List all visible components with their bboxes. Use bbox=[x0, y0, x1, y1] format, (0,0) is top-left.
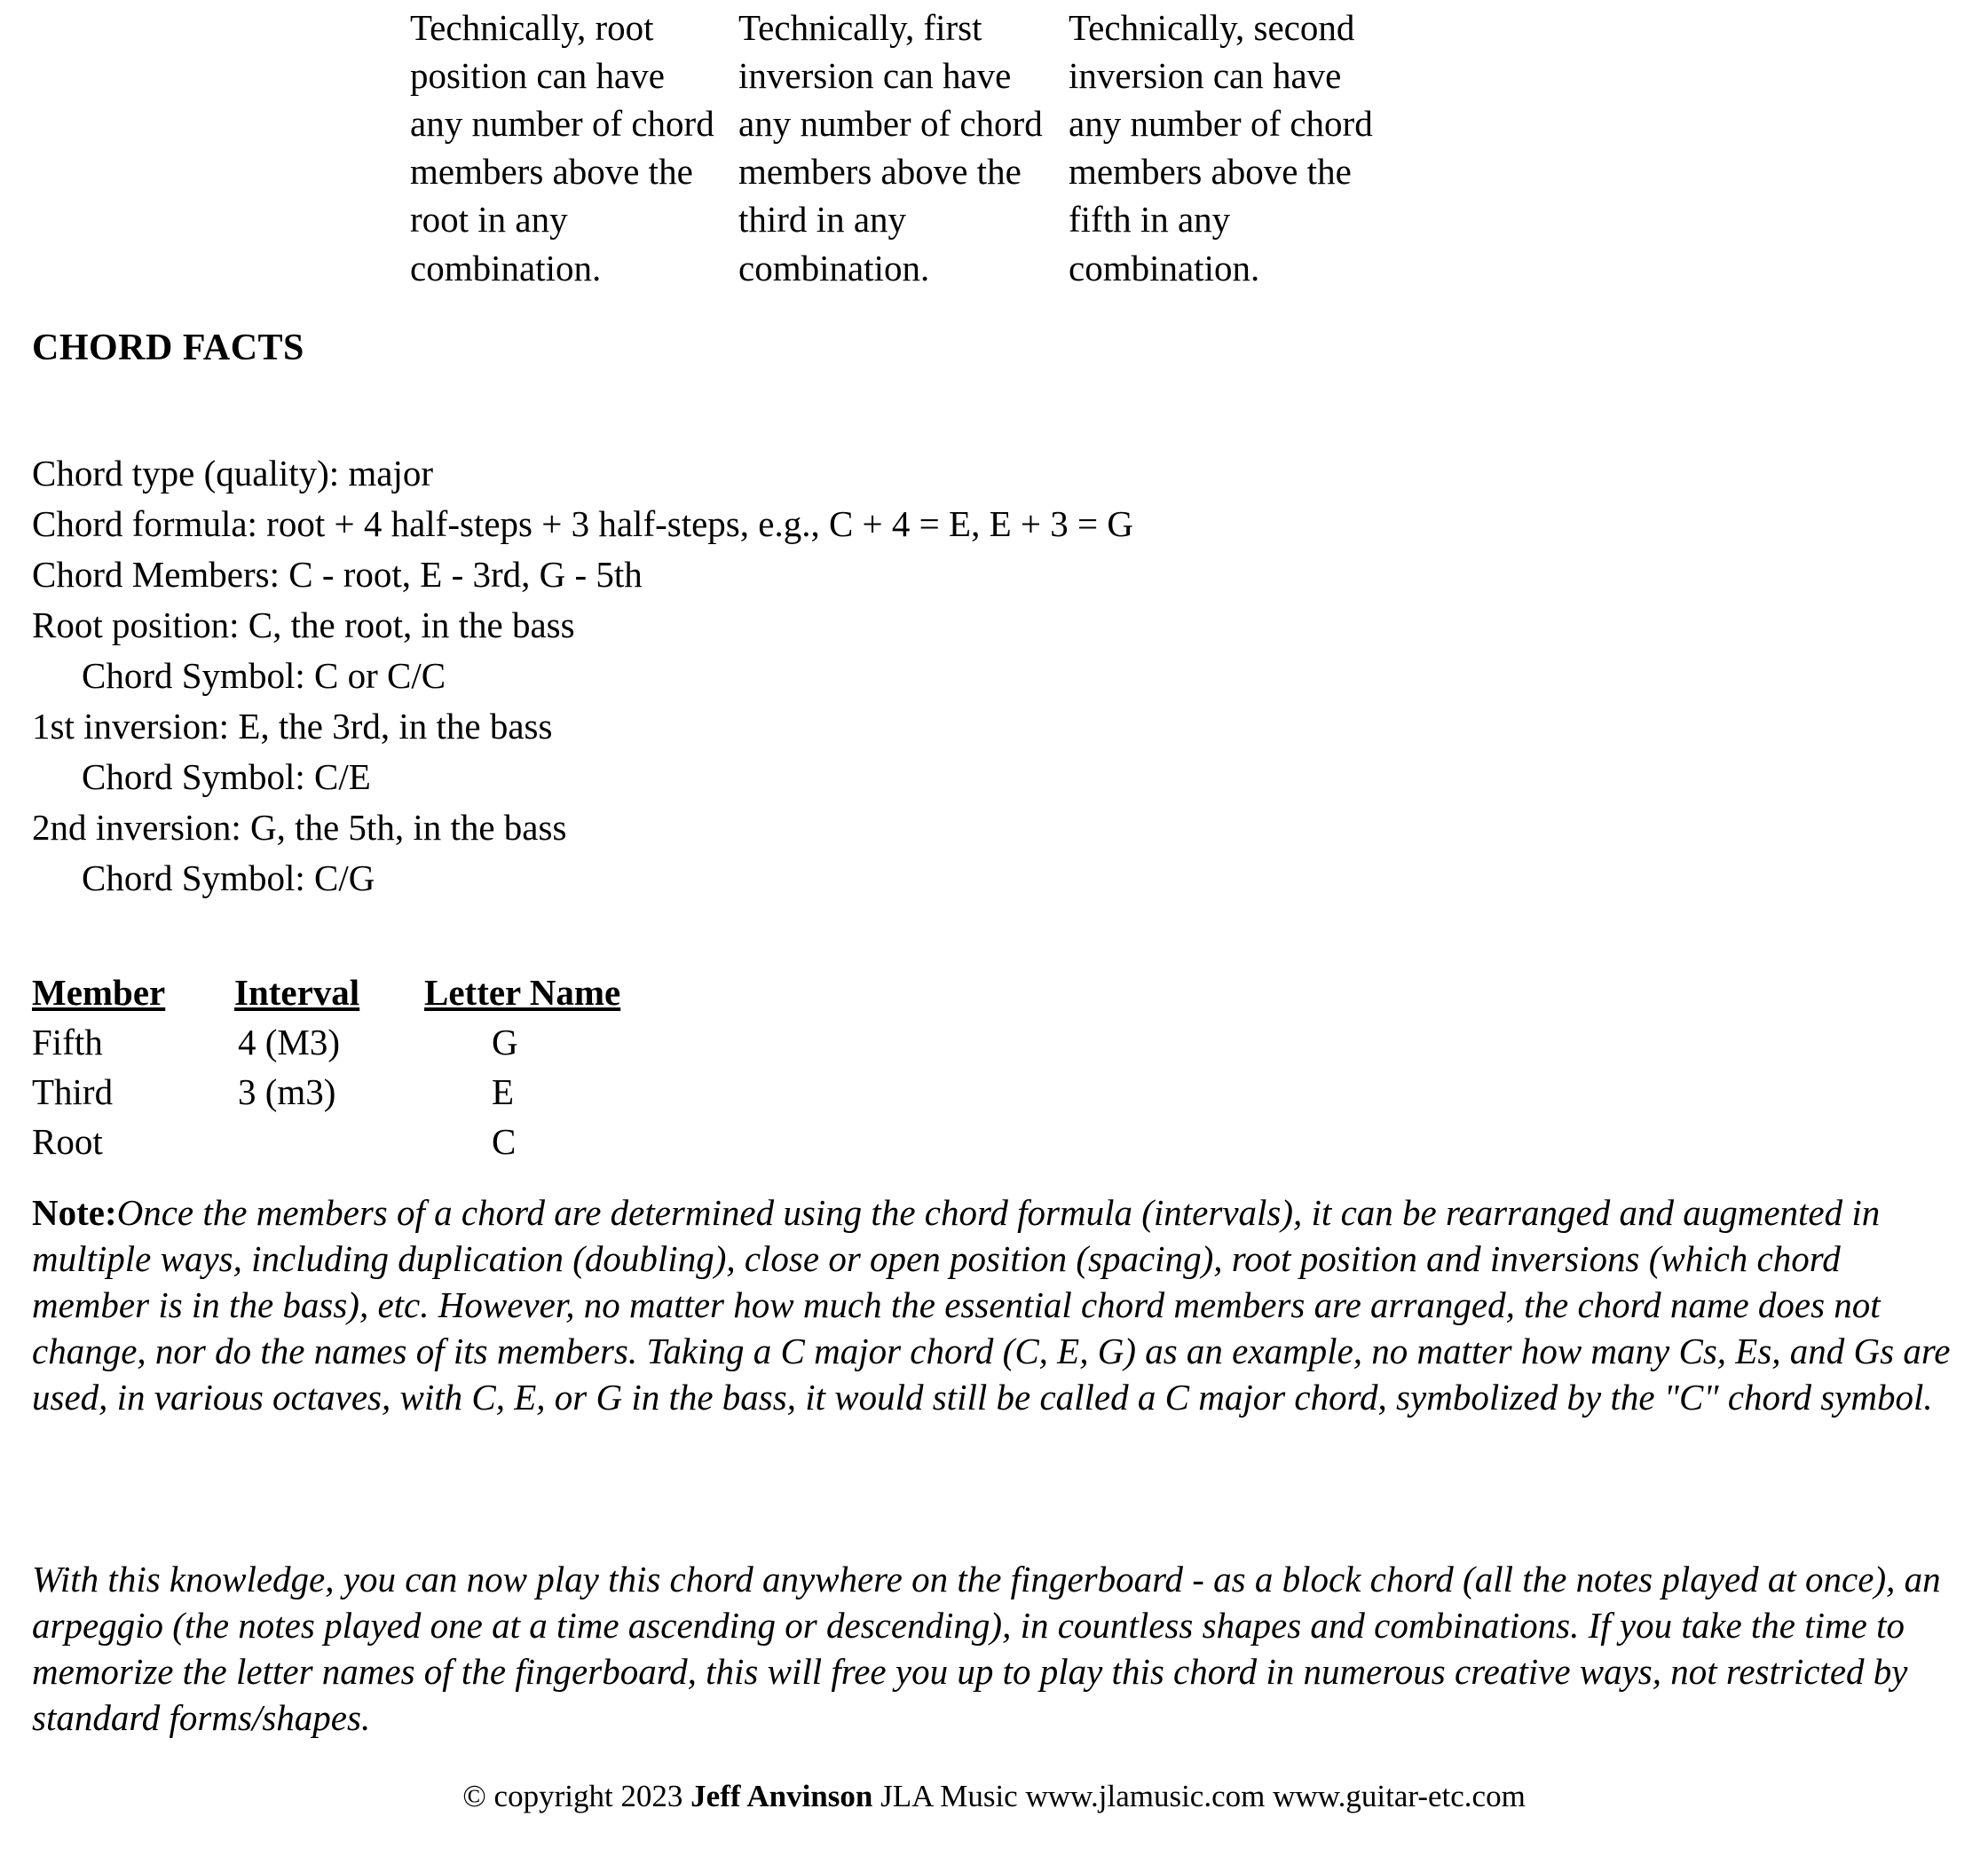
chord-facts-line: Chord Symbol: C/E bbox=[82, 756, 371, 797]
cell-letter-name: C bbox=[492, 1121, 517, 1162]
cell-member: Third bbox=[32, 1071, 114, 1112]
column-header-member: Member bbox=[32, 972, 166, 1013]
technical-note-root-position: Technically, root position can have any … bbox=[410, 7, 714, 288]
chord-facts-line: 2nd inversion: G, the 5th, in the bass bbox=[32, 807, 567, 848]
closing-paragraph: With this knowledge, you can now play th… bbox=[32, 1559, 1941, 1738]
chord-facts-line: 1st inversion: E, the 3rd, in the bass bbox=[32, 706, 553, 746]
chord-facts-line: Chord Members: C - root, E - 3rd, G - 5t… bbox=[32, 554, 643, 595]
technical-note-second-inversion: Technically, second inversion can have a… bbox=[1069, 7, 1373, 288]
document-page: Technically, root position can have any … bbox=[0, 0, 1988, 1864]
technical-notes-row: Technically, root position can have any … bbox=[410, 4, 1972, 292]
table-row: Root C bbox=[32, 1117, 731, 1166]
column-header-interval: Interval bbox=[234, 972, 360, 1013]
copyright-author: Jeff Anvinson bbox=[690, 1779, 873, 1813]
copyright-prefix: © copyright 2023 bbox=[462, 1779, 691, 1813]
chord-facts-line: Chord formula: root + 4 half-steps + 3 h… bbox=[32, 503, 1133, 544]
chord-facts-line: Chord Symbol: C/G bbox=[82, 857, 375, 898]
cell-interval: 4 (M3) bbox=[238, 1022, 341, 1062]
note-body-text: Once the members of a chord are determin… bbox=[32, 1192, 1951, 1418]
cell-interval bbox=[234, 1117, 424, 1166]
copyright-suffix: JLA Music www.jlamusic.com www.guitar-et… bbox=[872, 1779, 1526, 1813]
chord-member-table: Member Interval Letter Name Fifth 4 (M3)… bbox=[32, 968, 731, 1166]
cell-interval: 3 (m3) bbox=[238, 1071, 336, 1112]
chord-facts-line: Chord type (quality): major bbox=[32, 453, 434, 494]
chord-facts-line: Chord Symbol: C or C/C bbox=[82, 655, 446, 696]
cell-letter-name: G bbox=[492, 1022, 518, 1062]
copyright-footer: © copyright 2023 Jeff Anvinson JLA Music… bbox=[0, 1779, 1988, 1814]
chord-facts-heading: CHORD FACTS bbox=[32, 328, 304, 368]
table-row: Fifth 4 (M3) G bbox=[32, 1017, 731, 1067]
chord-facts-list: Chord type (quality): major Chord formul… bbox=[32, 448, 1133, 904]
cell-member: Root bbox=[32, 1121, 103, 1162]
table-header-row: Member Interval Letter Name bbox=[32, 968, 731, 1017]
chord-facts-line: Root position: C, the root, in the bass bbox=[32, 604, 575, 645]
column-header-letter-name: Letter Name bbox=[424, 972, 621, 1013]
note-colon: : bbox=[104, 1192, 117, 1233]
cell-member: Fifth bbox=[32, 1022, 103, 1062]
note-paragraph: Note:Once the members of a chord are det… bbox=[32, 1189, 1956, 1420]
note-label: Note bbox=[32, 1192, 105, 1233]
table-row: Third 3 (m3) E bbox=[32, 1067, 731, 1117]
technical-note-first-inversion: Technically, first inversion can have an… bbox=[738, 7, 1043, 288]
cell-letter-name: E bbox=[492, 1071, 515, 1112]
